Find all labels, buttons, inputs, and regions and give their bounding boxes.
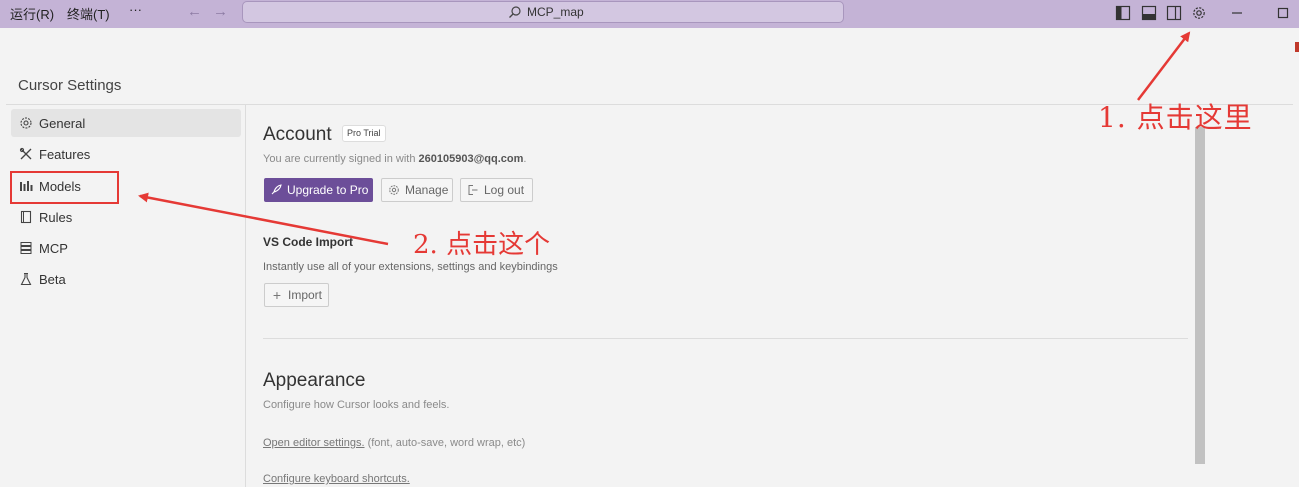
search-text: MCP_map [527, 5, 584, 19]
open-editor-note: (font, auto-save, word wrap, etc) [364, 437, 526, 449]
server-icon [20, 242, 32, 254]
logout-label: Log out [484, 183, 525, 197]
vscode-import-heading: VS Code Import [263, 235, 354, 249]
toggle-panel-icon[interactable] [1141, 5, 1157, 21]
upgrade-button[interactable]: Upgrade to Pro [264, 178, 373, 202]
signed-in-suffix: . [523, 153, 527, 165]
upgrade-label: Upgrade to Pro [287, 183, 369, 197]
vscode-import-description: Instantly use all of your extensions, se… [263, 261, 558, 273]
plan-badge: Pro Trial [342, 125, 386, 142]
sidebar-item-features[interactable]: Features [11, 140, 241, 168]
sidebar-item-mcp[interactable]: MCP [11, 234, 241, 262]
account-heading: Account [263, 124, 332, 145]
command-center-search[interactable]: MCP_map [242, 1, 844, 23]
maximize-icon[interactable] [1275, 5, 1291, 21]
plus-icon: + [272, 287, 282, 303]
open-editor-row: Open editor settings. (font, auto-save, … [263, 437, 525, 449]
manage-button[interactable]: Manage [381, 178, 453, 202]
back-arrow-icon[interactable]: ← [187, 3, 202, 20]
appearance-heading: Appearance [263, 370, 366, 391]
settings-main: Account Pro Trial You are currently sign… [247, 105, 1293, 487]
sidebar-item-beta[interactable]: Beta [11, 265, 241, 293]
menu-more[interactable]: ··· [129, 2, 142, 17]
signed-in-prefix: You are currently signed in with [263, 153, 419, 165]
logout-button[interactable]: Log out [460, 178, 533, 202]
keyboard-shortcuts-link[interactable]: Configure keyboard shortcuts. [263, 473, 410, 485]
toggle-primary-sidebar-icon[interactable] [1115, 5, 1131, 21]
annotation-step-1: 1. 点击这里 [1098, 101, 1253, 134]
sidebar-item-label: MCP [39, 240, 68, 256]
sidebar-item-label: General [39, 115, 86, 131]
gear-icon [20, 117, 32, 129]
rocket-icon [271, 184, 282, 195]
search-icon [509, 6, 521, 18]
sidebar-item-label: Features [39, 146, 91, 162]
edge-marker [1295, 42, 1299, 52]
menu-run[interactable]: 运行(R) [10, 4, 54, 23]
minimize-icon[interactable] [1229, 5, 1245, 21]
sidebar-item-label: Rules [39, 209, 73, 225]
import-button[interactable]: + Import [264, 283, 329, 307]
import-label: Import [288, 288, 323, 302]
annotation-step-2: 2. 点击这个 [413, 230, 551, 260]
flask-icon [20, 272, 32, 286]
manage-label: Manage [405, 183, 449, 197]
section-divider [263, 338, 1188, 339]
account-email: 260105903@qq.com [418, 153, 524, 165]
tools-icon [19, 147, 32, 160]
vertical-scrollbar[interactable] [1195, 127, 1205, 464]
title-bar: 运行(R) 终端(T) ··· ← → MCP_map [0, 0, 1299, 28]
forward-arrow-icon[interactable]: → [213, 3, 228, 20]
settings-sidebar: General Features Models Rules MCP Beta [6, 105, 246, 487]
appearance-description: Configure how Cursor looks and feels. [263, 399, 450, 411]
settings-gear-icon[interactable] [1191, 5, 1207, 21]
sidebar-item-general[interactable]: General [11, 109, 241, 137]
gear-icon [389, 185, 399, 195]
open-editor-settings-link[interactable]: Open editor settings. [263, 437, 365, 449]
arrow-to-settings-gear [1137, 31, 1191, 101]
toggle-secondary-sidebar-icon[interactable] [1166, 5, 1182, 21]
settings-title: Cursor Settings [18, 77, 122, 94]
sidebar-item-rules[interactable]: Rules [11, 203, 241, 231]
book-icon [20, 210, 32, 224]
sidebar-item-label: Beta [39, 271, 66, 287]
signed-in-text: You are currently signed in with 2601059… [263, 153, 526, 165]
menu-terminal[interactable]: 终端(T) [67, 4, 110, 23]
models-highlight-box [10, 171, 119, 204]
logout-icon [468, 185, 478, 195]
